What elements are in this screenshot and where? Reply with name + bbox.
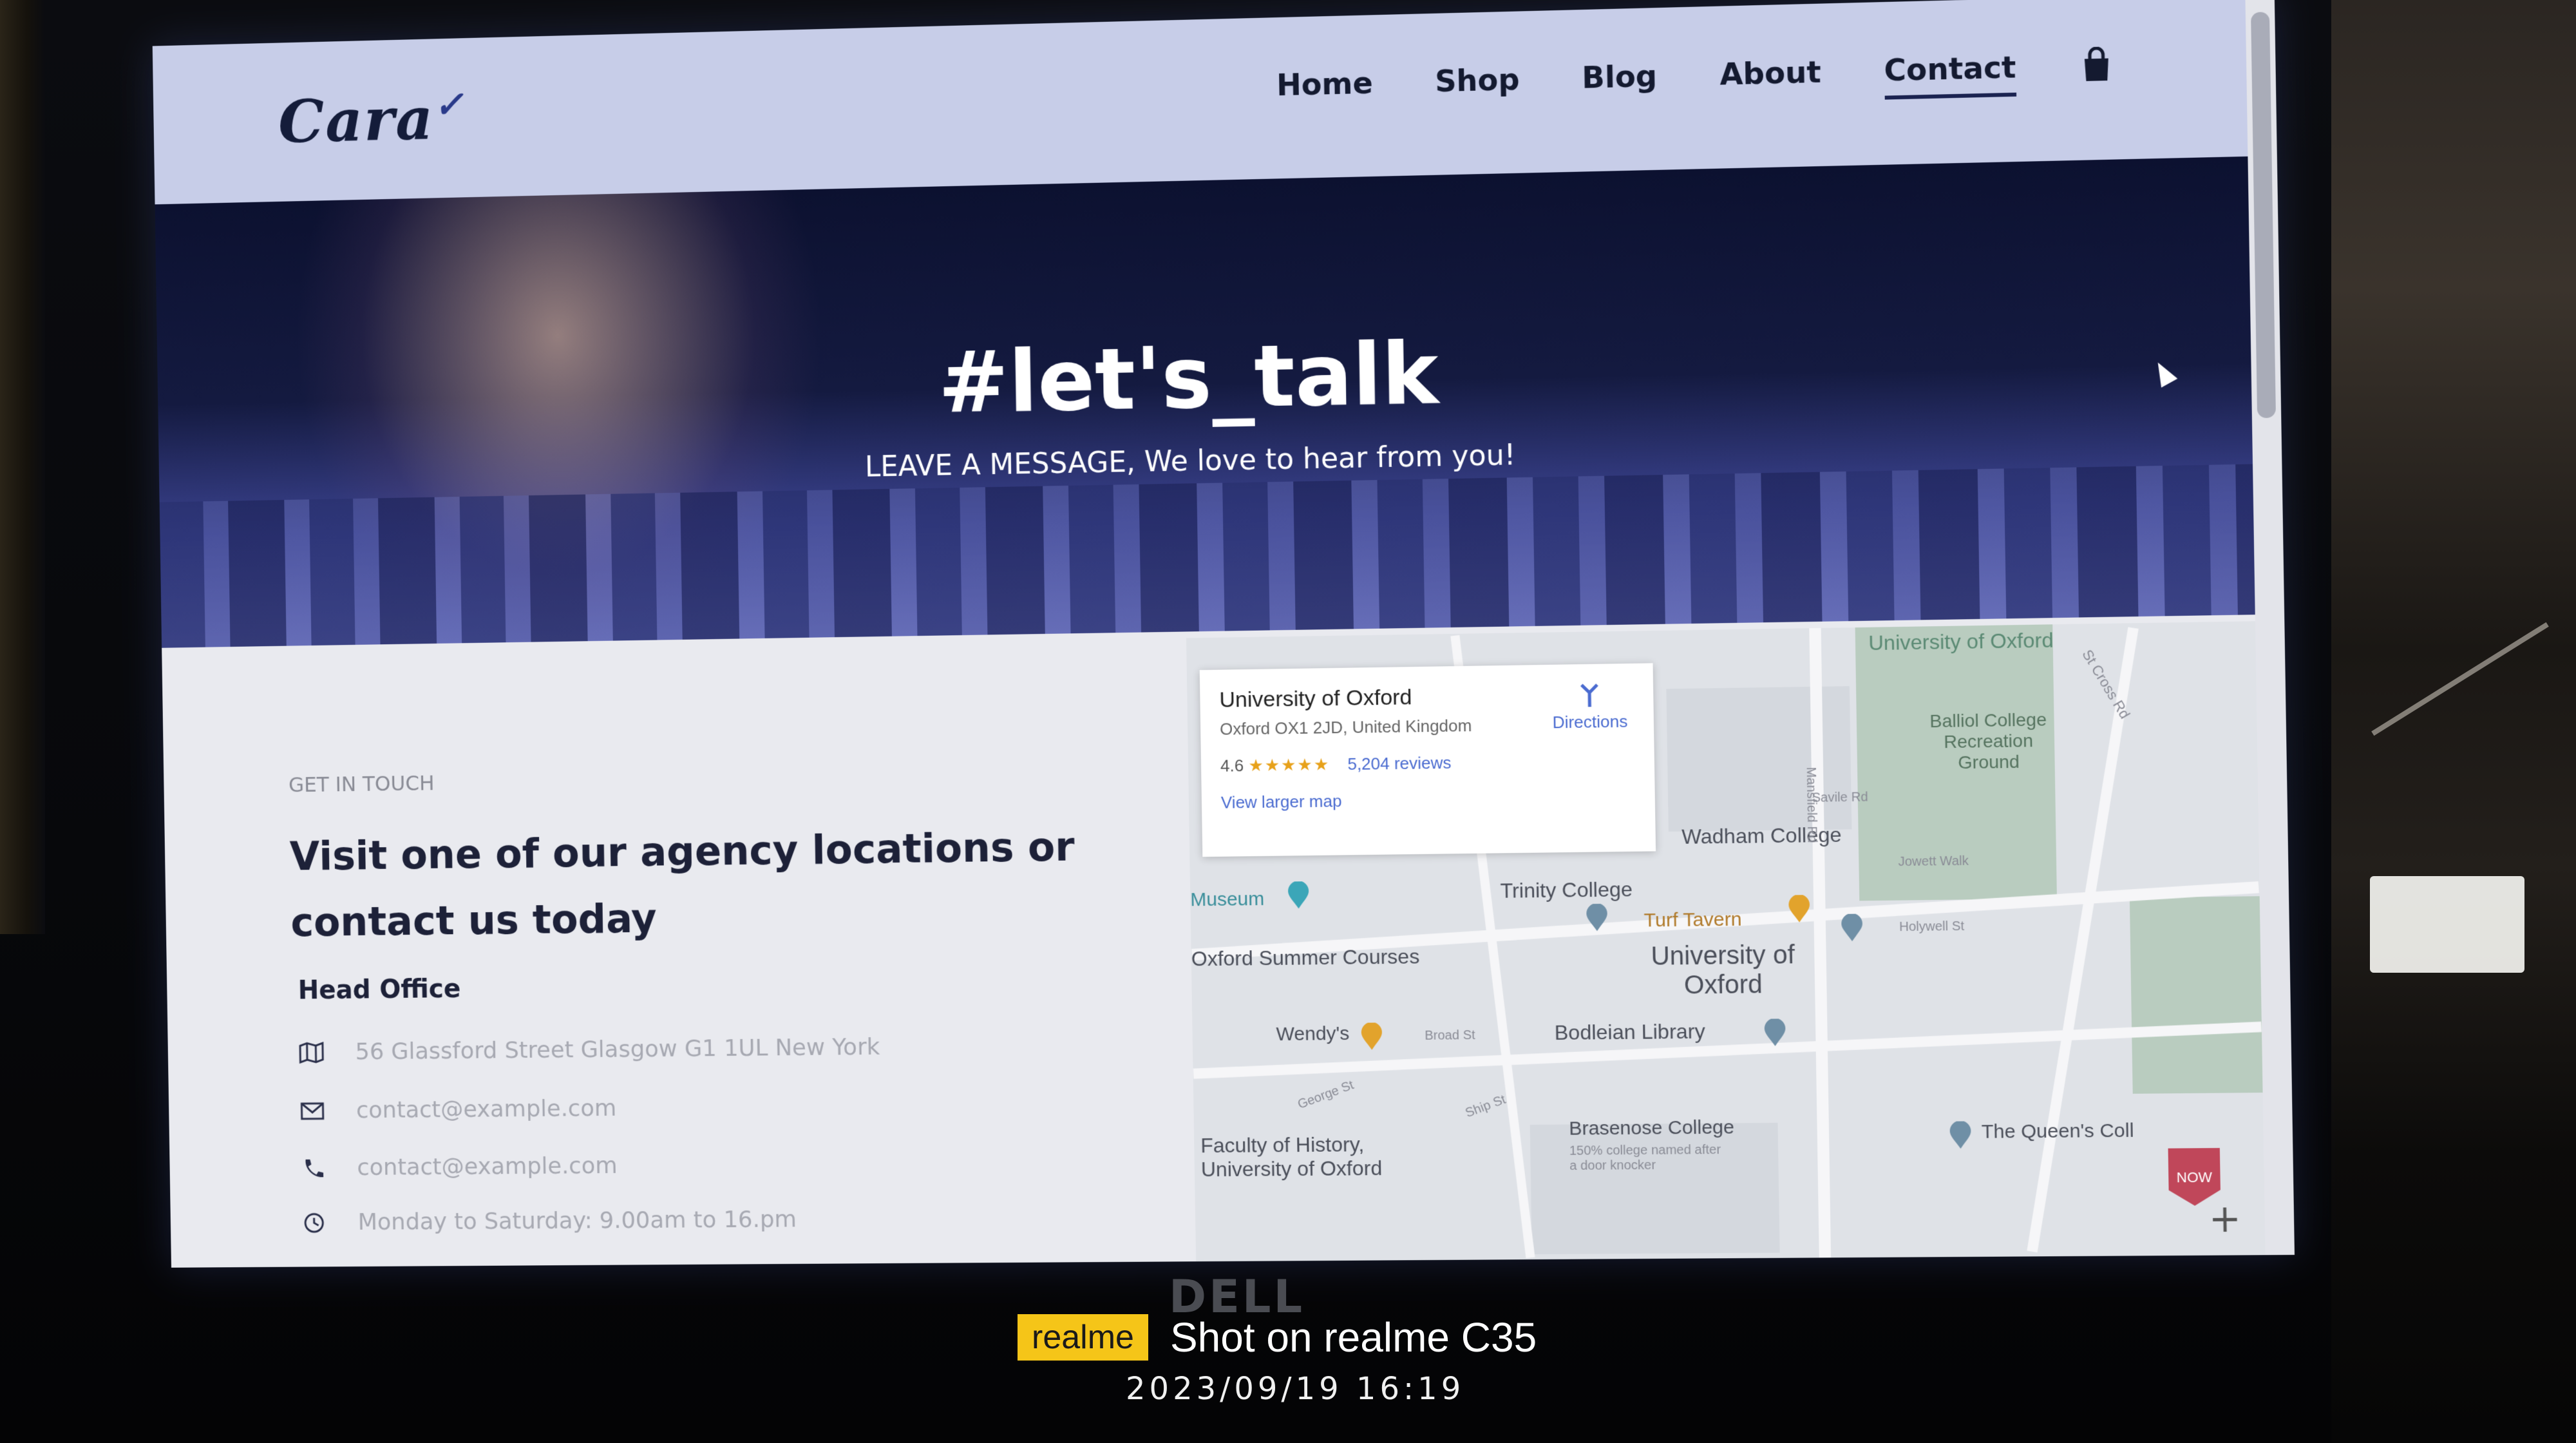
reviews-link[interactable]: 5,204 reviews [1347,753,1452,774]
nav-blog[interactable]: Blog [1582,59,1658,95]
map-label-trinity: Trinity College [1500,877,1633,903]
college-pin-icon[interactable] [1585,904,1609,933]
camera-watermark: realme Shot on realme C35 [1018,1313,1537,1362]
nav-contact[interactable]: Contact [1884,50,2016,88]
map-label-brasenose-note: 150% college named after a door knocker [1569,1143,1727,1174]
map-road [1193,1022,2262,1079]
map-label-museum: Museum [1190,888,1264,911]
map-label-wendys: Wendy's [1276,1023,1349,1046]
hero-banner: #let's_talk LEAVE A MESSAGE, We love to … [155,157,2255,648]
head-office-label: Head Office [298,974,460,1005]
phone-icon [301,1157,326,1179]
embedded-map[interactable]: University of Oxford Oxford OX1 2JD, Uni… [1186,621,2266,1261]
shot-on-text: Shot on realme C35 [1170,1314,1537,1361]
window-light [2370,876,2524,973]
rating-value: 4.6 [1220,756,1244,776]
shopping-bag-icon[interactable] [2079,46,2114,84]
map-label-ship: Ship St [1463,1093,1508,1121]
view-larger-map-link[interactable]: View larger map [1221,787,1636,813]
section-eyebrow: GET IN TOUCH [289,771,435,798]
food-pin-icon[interactable] [1360,1022,1384,1051]
map-place-card: University of Oxford Oxford OX1 2JD, Uni… [1200,663,1656,857]
address-row: 56 Glassford Street Glasgow G1 1UL New Y… [299,1034,880,1066]
star-rating-icon: ★★★★★ [1248,754,1330,775]
library-pin-icon[interactable] [1763,1018,1787,1047]
browser-viewport: Cara✓ Home Shop Blog About Contact #let'… [153,0,2295,1268]
directions-button[interactable]: Directions [1552,682,1628,732]
office-email[interactable]: contact@example.com [356,1095,617,1123]
queens-pin-icon[interactable] [1948,1121,1973,1150]
main-nav: Home Shop Blog About Contact [1276,46,2114,103]
map-label-brasenose: Brasenose College [1569,1116,1734,1140]
map-park [2130,896,2263,1094]
office-phone[interactable]: contact@example.com [357,1152,618,1181]
museum-pin-icon[interactable] [1287,881,1311,910]
clock-icon [301,1212,327,1234]
envelope-icon [299,1100,325,1122]
map-label-holywell: Holywell St [1899,919,1964,935]
map-label-top: University of Oxford [1868,628,2054,655]
wadham-pin-icon[interactable] [1840,913,1864,942]
logo-leaf-icon: ✓ [433,83,465,126]
hero-title: #let's_talk [157,307,2252,448]
map-label-savile: Savile Rd [1812,790,1868,805]
map-label-university: University of Oxford [1638,941,1808,1000]
contact-heading: Visit one of our agency locations or con… [289,812,1140,955]
map-label-turf-tavern: Turf Tavern [1643,909,1742,932]
nav-shop[interactable]: Shop [1435,62,1520,99]
restaurant-pin-icon[interactable] [1787,895,1811,924]
map-label-faculty: Faculty of History, University of Oxford [1200,1132,1408,1182]
map-label-broad-st: Broad St [1425,1028,1475,1044]
office-hours: Monday to Saturday: 9.00am to 16.pm [357,1207,797,1236]
place-rating: 4.6 ★★★★★ 5,204 reviews [1220,750,1635,776]
directions-icon [1577,682,1603,709]
phone-row: contact@example.com [301,1152,618,1181]
now-badge-label: NOW [2177,1169,2213,1185]
email-row: contact@example.com [299,1095,616,1124]
realme-badge: realme [1018,1314,1148,1361]
now-badge-icon[interactable]: NOW [2164,1144,2224,1210]
map-block [1666,686,1852,832]
directions-label: Directions [1552,712,1627,732]
map-icon [299,1042,324,1064]
contact-details-section: GET IN TOUCH Visit one of our agency loc… [162,615,2265,1268]
map-label-queens: The Queen's Coll [1982,1120,2134,1143]
office-address: 56 Glassford Street Glasgow G1 1UL New Y… [355,1034,880,1065]
nav-about[interactable]: About [1719,54,1821,91]
photo-timestamp: 2023/09/19 16:19 [1126,1371,1464,1407]
room-background [2331,0,2576,1443]
monitor-edge [0,0,45,934]
map-label-jowett: Jowett Walk [1898,854,1969,870]
map-label-bodleian: Bodleian Library [1554,1020,1705,1045]
scrollbar-thumb[interactable] [2251,12,2276,418]
map-label-summer-courses: Oxford Summer Courses [1191,944,1420,971]
site-logo[interactable]: Cara✓ [278,83,465,157]
hours-row: Monday to Saturday: 9.00am to 16.pm [301,1207,797,1236]
nav-home[interactable]: Home [1276,65,1373,102]
map-label-george: George St [1296,1078,1356,1113]
map-block [1530,1123,1780,1254]
logo-text: Cara [278,84,435,157]
map-label-balliol: Balliol College Recreation Ground [1922,709,2055,774]
